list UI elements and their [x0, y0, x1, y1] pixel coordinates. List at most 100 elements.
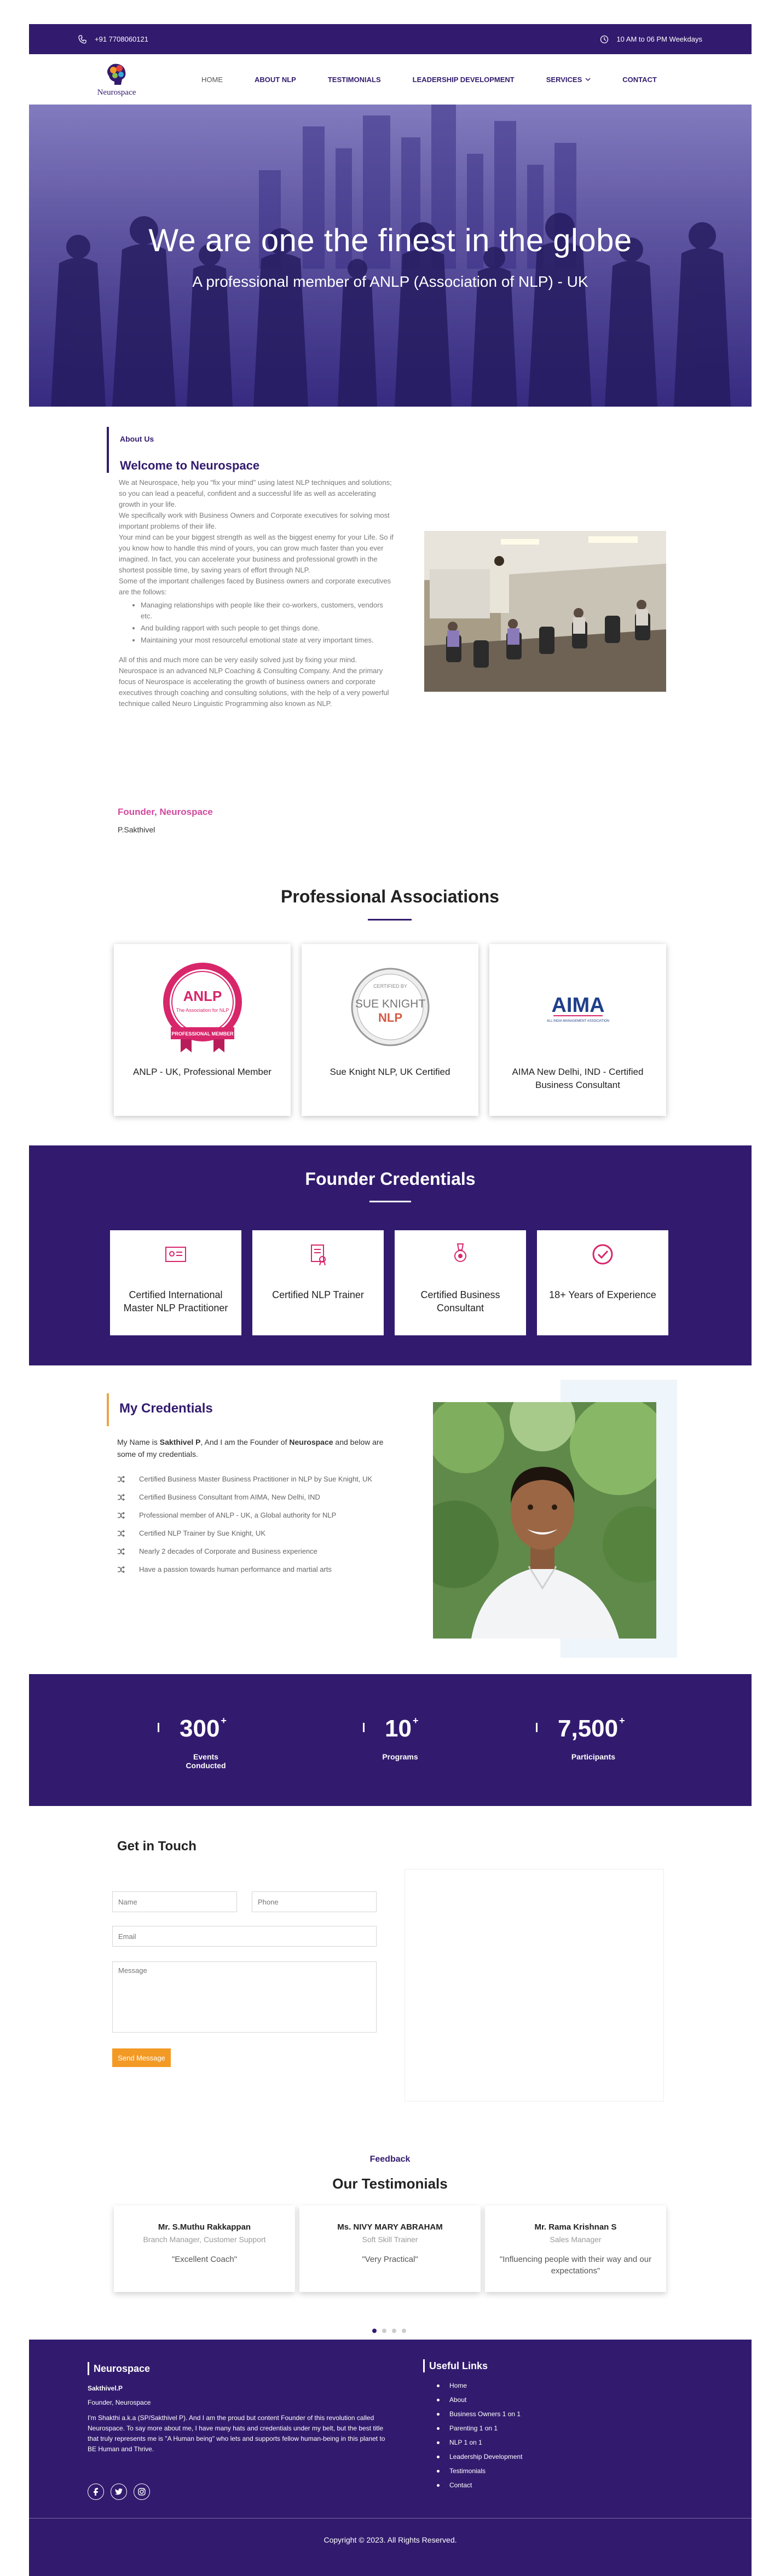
- message-field[interactable]: [112, 1961, 377, 2033]
- testimonial-name: Ms. NIVY MARY ABRAHAM: [337, 2222, 443, 2232]
- stat-number: 7,500: [558, 1715, 619, 1742]
- useful-links-title: Useful Links: [423, 2359, 488, 2372]
- testimonial-card: Ms. NIVY MARY ABRAHAM Soft Skill Trainer…: [299, 2205, 481, 2292]
- instagram-icon[interactable]: [134, 2484, 150, 2500]
- nav-services[interactable]: SERVICES: [546, 76, 591, 84]
- nav-leadership-development[interactable]: LEADERSHIP DEVELOPMENT: [413, 76, 515, 84]
- stat-label: Participants: [571, 1752, 616, 1761]
- about-paragraph: Your mind can be your biggest strength a…: [119, 533, 394, 574]
- aima-logo-sub: ALL INDIA MANAGEMENT ASSOCIATION: [547, 1020, 609, 1023]
- about-paragraph: We specifically work with Business Owner…: [119, 511, 390, 530]
- testimonials-kicker: Feedback: [369, 2155, 411, 2164]
- sue-knight-badge-icon: CERTIFIED BY SUE KNIGHT NLP: [351, 968, 430, 1046]
- footer-link-about[interactable]: About: [437, 2393, 522, 2407]
- sue-badge-line1: SUE KNIGHT: [355, 998, 426, 1010]
- founder-name: P.Sakthivel: [118, 825, 155, 834]
- phone-field[interactable]: [252, 1891, 377, 1912]
- credential-item-text: Nearly 2 decades of Corporate and Busine…: [139, 1547, 317, 1555]
- footer-link-business-owners[interactable]: Business Owners 1 on 1: [437, 2407, 522, 2421]
- email-field[interactable]: [112, 1926, 377, 1947]
- footer-brand-title: Neurospace: [88, 2362, 150, 2375]
- testimonials-title: Our Testimonials: [332, 2175, 448, 2192]
- carousel-dot[interactable]: [372, 2329, 377, 2333]
- facebook-icon[interactable]: [88, 2484, 104, 2500]
- stat-value: 10 +: [385, 1715, 418, 1743]
- map-embed[interactable]: [405, 1869, 664, 2102]
- credential-label: Certified Business Consultant: [420, 1289, 500, 1313]
- carousel-dot[interactable]: [392, 2329, 396, 2333]
- nav-about-nlp[interactable]: ABOUT NLP: [255, 76, 296, 84]
- aima-logo-text: AIMA: [551, 994, 604, 1017]
- nav-home[interactable]: HOME: [201, 76, 223, 84]
- brand-logo[interactable]: Neurospace: [84, 62, 149, 97]
- certificate-icon: [165, 1247, 186, 1262]
- footer-link-leadership[interactable]: Leadership Development: [437, 2450, 522, 2464]
- testimonial-name: Mr. Rama Krishnan S: [534, 2222, 617, 2232]
- intro-text: , And I am the Founder of: [200, 1438, 290, 1446]
- shuffle-icon: [118, 1548, 125, 1555]
- twitter-icon[interactable]: [111, 2484, 127, 2500]
- list-item: Certified NLP Trainer by Sue Knight, UK: [117, 1524, 424, 1542]
- my-credentials-list: Certified Business Master Business Pract…: [117, 1470, 424, 1578]
- carousel-dot[interactable]: [402, 2329, 406, 2333]
- footer-link-nlp[interactable]: NLP 1 on 1: [437, 2435, 522, 2450]
- brain-logo-icon: [107, 63, 126, 85]
- stat-number: 10: [385, 1715, 412, 1742]
- carousel-dot[interactable]: [382, 2329, 386, 2333]
- testimonial-role: Sales Manager: [550, 2235, 602, 2244]
- credential-card: Certified Business Consultant: [395, 1230, 526, 1335]
- credential-card: 18+ Years of Experience: [537, 1230, 668, 1335]
- phone-contact[interactable]: +91 7708060121: [78, 34, 148, 44]
- nav-services-label: SERVICES: [546, 75, 582, 84]
- credential-item-text: Professional member of ANLP - UK, a Glob…: [139, 1511, 337, 1519]
- accent-bar: [107, 1393, 109, 1426]
- my-credentials-title: My Credentials: [119, 1401, 213, 1416]
- shuffle-icon: [118, 1512, 125, 1519]
- testimonial-card: Mr. Rama Krishnan S Sales Manager "Influ…: [485, 2205, 666, 2292]
- stat-divider: [363, 1723, 365, 1732]
- footer-link-home[interactable]: Home: [437, 2378, 522, 2393]
- phone-number[interactable]: +91 7708060121: [95, 35, 148, 43]
- about-heading-block: About Us Welcome to Neurospace: [107, 427, 397, 473]
- nav-testimonials[interactable]: TESTIMONIALS: [328, 76, 381, 84]
- aima-logo-icon: AIMA ALL INDIA MANAGEMENT ASSOCIATION: [547, 994, 609, 1023]
- footer-bio: I'm Shakthi a.k.a (SP/Sakthivel P). And …: [88, 2414, 385, 2453]
- top-bar: +91 7708060121 10 AM to 06 PM Weekdays: [29, 24, 752, 54]
- nav-about-label: ABOUT NLP: [255, 75, 296, 84]
- social-links: [88, 2484, 150, 2500]
- footer-link-parenting[interactable]: Parenting 1 on 1: [437, 2421, 522, 2435]
- intro-text: My Name is: [117, 1438, 160, 1446]
- about-title: Welcome to Neurospace: [120, 459, 260, 472]
- send-message-button[interactable]: Send Message: [112, 2048, 171, 2067]
- nav-contact[interactable]: CONTACT: [622, 76, 657, 84]
- about-paragraph: All of this and much more can be very ea…: [119, 656, 389, 708]
- hero-title: We are one the finest in the globe: [148, 223, 632, 258]
- stat-suffix: +: [619, 1715, 625, 1726]
- about-paragraph: We at Neurospace, help you "fix your min…: [119, 478, 392, 508]
- diploma-icon: [311, 1244, 326, 1266]
- footer-link-contact[interactable]: Contact: [437, 2478, 522, 2492]
- credential-label: Certified NLP Trainer: [272, 1289, 364, 1300]
- footer-divider: [29, 2518, 752, 2519]
- shuffle-icon: [118, 1530, 125, 1537]
- phone-icon: [78, 34, 87, 44]
- intro-name: Sakthivel P: [159, 1438, 201, 1446]
- stat-label: Events Conducted: [186, 1752, 226, 1770]
- footer-role: Founder, Neurospace: [88, 2399, 151, 2406]
- founder-label: Founder, Neurospace: [118, 807, 213, 817]
- stat-label: Programs: [382, 1752, 418, 1761]
- association-card-sue-knight: CERTIFIED BY SUE KNIGHT NLP Sue Knight N…: [302, 944, 478, 1116]
- list-item: Certified Business Consultant from AIMA,…: [117, 1488, 424, 1506]
- hours-text: 10 AM to 06 PM Weekdays: [616, 35, 702, 43]
- name-field[interactable]: [112, 1891, 237, 1912]
- credential-item-text: Certified Business Consultant from AIMA,…: [139, 1493, 320, 1501]
- footer: Neurospace Sakthivel.P Founder, Neurospa…: [29, 2340, 752, 2576]
- hero-banner: We are one the finest in the globe A pro…: [29, 105, 752, 407]
- clock-icon: [600, 35, 609, 44]
- nav-home-label: HOME: [201, 75, 223, 84]
- list-item: Professional member of ANLP - UK, a Glob…: [117, 1506, 424, 1524]
- business-hours: 10 AM to 06 PM Weekdays: [600, 35, 702, 44]
- anlp-badge-mid: The Association for NLP: [176, 1008, 229, 1013]
- title-underline: [369, 1201, 411, 1202]
- footer-link-testimonials[interactable]: Testimonials: [437, 2464, 522, 2478]
